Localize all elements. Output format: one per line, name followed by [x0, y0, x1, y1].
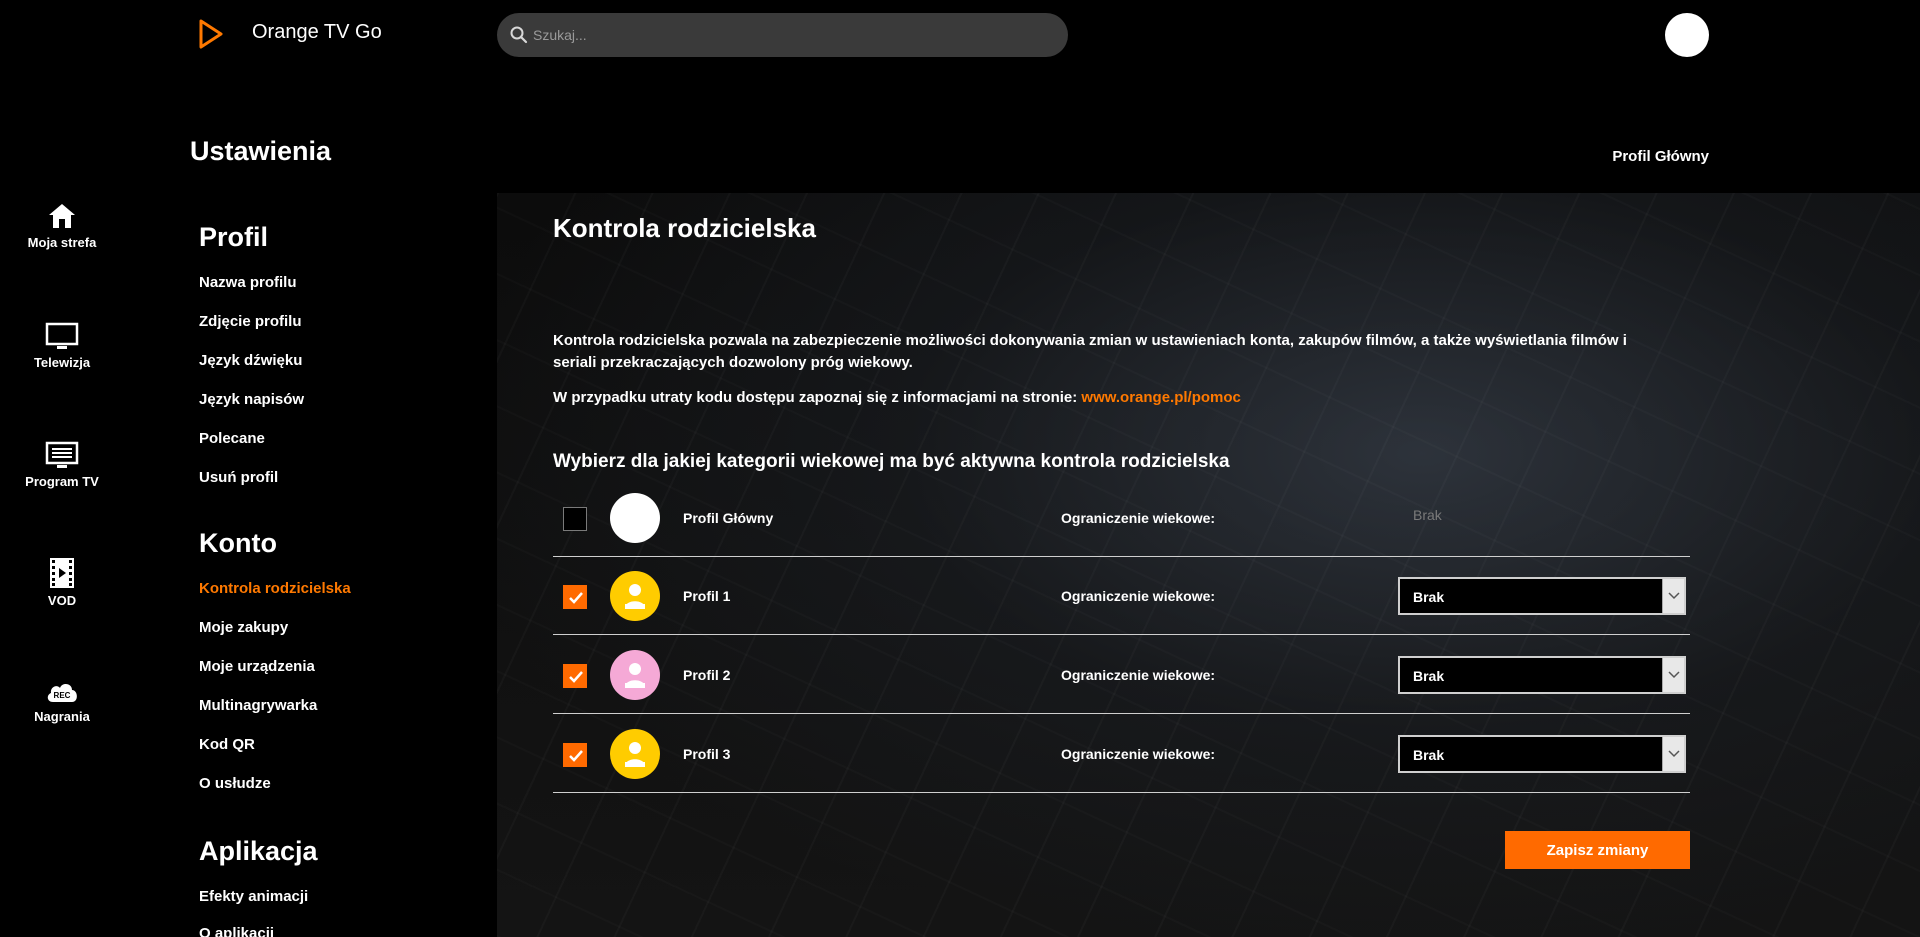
checkmark-icon — [569, 750, 583, 762]
profile-row-3: Profil 3 Ograniczenie wiekowe: Brak — [553, 715, 1690, 793]
rail-label: Moja strefa — [27, 235, 97, 250]
profile-name: Profil Główny — [683, 510, 774, 526]
menu-item-jezyk-napisow[interactable]: Język napisów — [199, 391, 304, 408]
menu-item-kod-qr[interactable]: Kod QR — [199, 736, 255, 753]
profile-row-main: Profil Główny Ograniczenie wiekowe: Brak — [553, 479, 1690, 557]
row-divider — [553, 713, 1690, 714]
row-divider — [553, 792, 1690, 793]
rail-item-vod[interactable]: VOD — [0, 557, 124, 608]
profile-name: Profil 3 — [683, 746, 731, 762]
person-icon — [625, 742, 645, 767]
page-title: Ustawienia — [190, 136, 332, 166]
age-limit-select[interactable]: Brak — [1398, 735, 1686, 773]
checkmark-icon — [569, 671, 583, 683]
chevron-down-icon[interactable] — [1662, 579, 1684, 613]
profile-avatar — [610, 650, 660, 700]
save-changes-button[interactable]: Zapisz zmiany — [1505, 831, 1690, 869]
search-icon — [510, 26, 528, 44]
profile-name: Profil 2 — [683, 667, 731, 683]
help-text-label: W przypadku utraty kodu dostępu zapoznaj… — [553, 389, 1078, 406]
user-avatar[interactable] — [1665, 13, 1709, 57]
menu-item-jezyk-dzwieku[interactable]: Język dźwięku — [199, 352, 302, 369]
home-icon — [49, 204, 75, 228]
rail-label: Program TV — [25, 474, 99, 489]
profile-avatar — [610, 729, 660, 779]
profile-row-2: Profil 2 Ograniczenie wiekowe: Brak — [553, 636, 1690, 714]
rail-label: VOD — [47, 593, 77, 608]
help-link[interactable]: www.orange.pl/pomoc — [1081, 389, 1240, 406]
profile-avatar — [610, 571, 660, 621]
age-limit-select[interactable]: Brak — [1398, 656, 1686, 694]
rail-label: Telewizja — [33, 355, 91, 370]
row-divider — [553, 634, 1690, 635]
age-limit-label: Ograniczenie wiekowe: — [1061, 510, 1216, 526]
chevron-down-icon[interactable] — [1662, 737, 1684, 771]
menu-item-moje-urzadzenia[interactable]: Moje urządzenia — [199, 658, 315, 675]
menu-item-multinagrywarka[interactable]: Multinagrywarka — [199, 697, 317, 714]
section-title: Kontrola rodzicielska — [553, 213, 816, 243]
menu-item-o-usludze[interactable]: O usłudze — [199, 775, 271, 792]
menu-section-konto: Konto — [199, 528, 277, 558]
profile-avatar — [610, 493, 660, 543]
profile-name: Profil 1 — [683, 588, 731, 604]
description-text: Kontrola rodzicielska pozwala na zabezpi… — [553, 332, 1627, 371]
profile-checkbox[interactable] — [563, 664, 587, 688]
rail-item-nagrania[interactable]: REC Nagrania — [0, 677, 124, 724]
profile-checkbox[interactable] — [563, 507, 587, 531]
menu-item-zdjecie-profilu[interactable]: Zdjęcie profilu — [199, 313, 302, 330]
menu-item-kontrola-rodzicielska[interactable]: Kontrola rodzicielska — [199, 580, 351, 597]
current-profile-label[interactable]: Profil Główny — [1612, 148, 1709, 165]
app-title: Orange TV Go — [252, 21, 382, 43]
age-limit-label: Ograniczenie wiekowe: — [1061, 746, 1216, 762]
rec-cloud-icon: REC — [47, 684, 77, 702]
rail-item-telewizja[interactable]: Telewizja — [0, 321, 124, 370]
menu-item-efekty-animacji[interactable]: Efekty animacji — [199, 888, 308, 905]
age-limit-label: Ograniczenie wiekowe: — [1061, 667, 1216, 683]
menu-item-polecane[interactable]: Polecane — [199, 430, 265, 447]
search-bar[interactable] — [497, 13, 1068, 57]
rail-item-program-tv[interactable]: Program TV — [0, 440, 124, 489]
age-limit-select[interactable]: Brak — [1398, 577, 1686, 615]
age-limit-label: Ograniczenie wiekowe: — [1061, 588, 1216, 604]
help-text: W przypadku utraty kodu dostępu zapoznaj… — [553, 389, 1241, 406]
svg-text:REC: REC — [54, 691, 71, 700]
age-limit-selected: Brak — [1413, 668, 1445, 684]
rail-item-moja-strefa[interactable]: Moja strefa — [0, 201, 124, 250]
menu-item-moje-zakupy[interactable]: Moje zakupy — [199, 619, 288, 636]
orange-tv-logo-icon[interactable] — [197, 18, 225, 50]
menu-section-aplikacja: Aplikacja — [199, 836, 318, 866]
tv-icon — [45, 322, 79, 349]
film-icon — [50, 558, 74, 588]
checkmark-icon — [569, 592, 583, 604]
age-limit-selected: Brak — [1413, 589, 1445, 605]
profile-row-1: Profil 1 Ograniczenie wiekowe: Brak — [553, 557, 1690, 635]
menu-item-usun-profil[interactable]: Usuń profil — [199, 469, 278, 486]
age-limit-value: Brak — [1413, 507, 1442, 523]
choose-category-label: Wybierz dla jakiej kategorii wiekowej ma… — [553, 451, 1230, 472]
person-icon — [625, 663, 645, 688]
menu-section-profil: Profil — [199, 222, 269, 252]
profile-checkbox[interactable] — [563, 585, 587, 609]
profile-checkbox[interactable] — [563, 743, 587, 767]
menu-item-nazwa-profilu[interactable]: Nazwa profilu — [199, 274, 297, 291]
rail-label: Nagrania — [34, 709, 90, 724]
tv-guide-icon — [45, 441, 79, 468]
person-icon — [625, 584, 645, 609]
search-input[interactable] — [533, 13, 1053, 57]
chevron-down-icon[interactable] — [1662, 658, 1684, 692]
menu-item-o-aplikacji[interactable]: O aplikacji — [199, 925, 274, 937]
age-limit-selected: Brak — [1413, 747, 1445, 763]
